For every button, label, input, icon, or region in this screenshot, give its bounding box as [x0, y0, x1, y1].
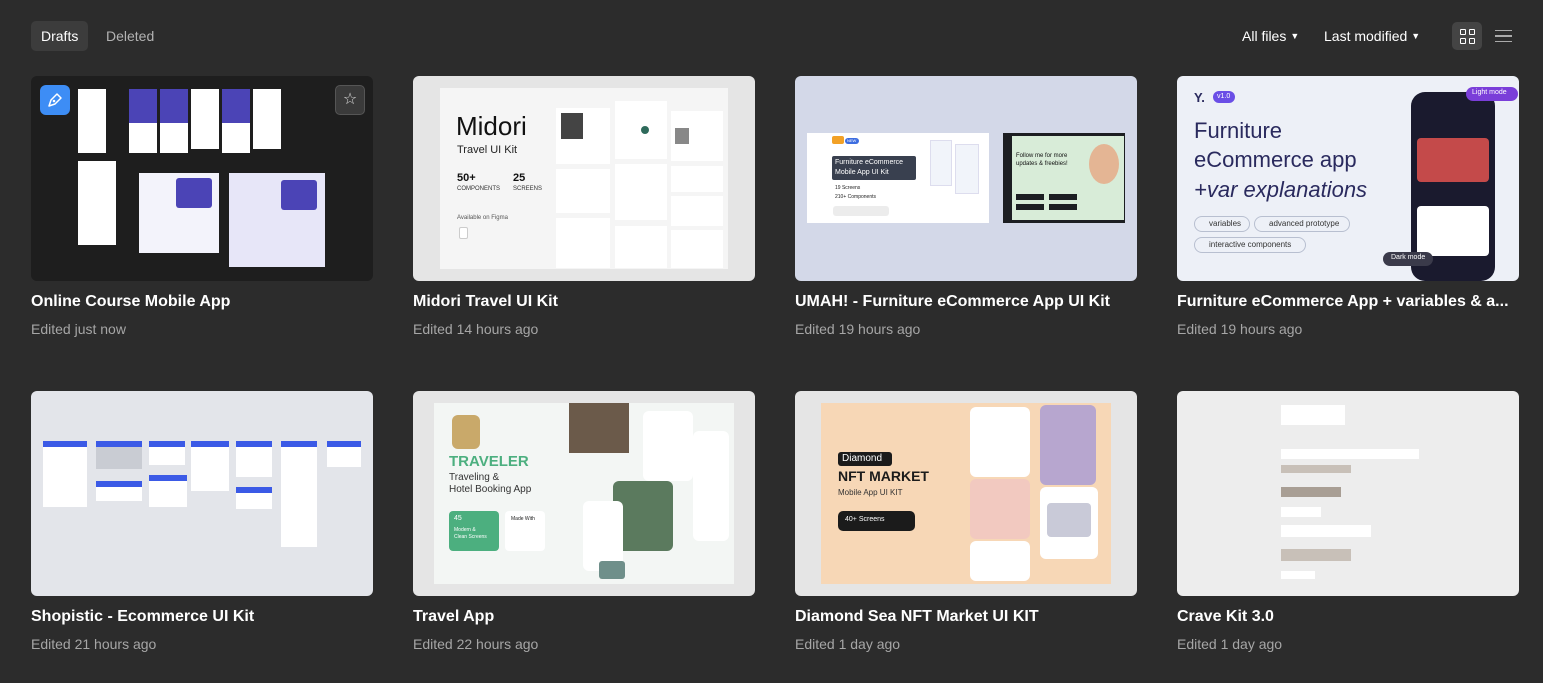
files-filter-dropdown[interactable]: All files ▼	[1242, 21, 1299, 51]
file-thumbnail[interactable]: Midori Travel UI Kit 50+ COMPONENTS 25 S…	[413, 76, 755, 281]
thumb-title: TRAVELER	[449, 453, 529, 470]
file-edited-time: Edited 1 day ago	[795, 636, 901, 652]
thumb-line: eCommerce app	[1194, 147, 1357, 172]
thumb-chip: interactive components	[1209, 240, 1292, 249]
file-thumbnail[interactable]: ☆	[31, 76, 373, 281]
chevron-down-icon: ▼	[1290, 31, 1300, 41]
files-filter-label: All files	[1242, 28, 1287, 44]
thumb-subtitle: Travel UI Kit	[457, 144, 518, 156]
thumb-mode-badge: Light mode	[1472, 89, 1507, 96]
thumb-badge: NEW	[847, 138, 857, 143]
thumb-title: NFT MARKET	[838, 468, 929, 484]
file-title: Diamond Sea NFT Market UI KIT	[795, 608, 1039, 625]
top-bar: Drafts Deleted All files ▼ Last modified ▼	[0, 0, 1543, 72]
file-edited-time: Edited 19 hours ago	[795, 321, 921, 337]
pen-icon	[40, 85, 70, 115]
file-title: Midori Travel UI Kit	[413, 293, 558, 310]
tab-drafts[interactable]: Drafts	[31, 21, 89, 51]
thumb-made-with: Made With	[511, 516, 535, 522]
file-edited-time: Edited just now	[31, 321, 126, 337]
list-view-button[interactable]	[1488, 22, 1518, 50]
grid-view-button[interactable]	[1452, 22, 1482, 50]
file-title: Shopistic - Ecommerce UI Kit	[31, 608, 255, 625]
star-icon[interactable]: ☆	[335, 85, 365, 115]
thumb-line: Traveling &	[449, 472, 500, 483]
thumb-stat: 19 Screens	[835, 185, 861, 191]
thumb-heading: Furniture eCommerce Mobile App UI Kit	[835, 159, 904, 176]
thumb-subtitle: Mobile App UI KIT	[838, 488, 903, 497]
thumb-count: 45	[454, 515, 462, 522]
thumb-stat: 25	[513, 172, 526, 184]
thumb-badge: 40+ Screens	[845, 516, 885, 523]
thumb-line: +var explanations	[1194, 177, 1368, 202]
brand-logo-icon: Y.	[1194, 90, 1205, 105]
file-title: Furniture eCommerce App + variables & a.…	[1177, 293, 1509, 310]
sort-label: Last modified	[1324, 28, 1408, 44]
thumb-chip: advanced prototype	[1269, 219, 1340, 228]
file-edited-time: Edited 22 hours ago	[413, 636, 539, 652]
list-view-icon	[1494, 26, 1512, 47]
file-thumbnail[interactable]: Y. v1.0 Furniture eCommerce app +var exp…	[1177, 76, 1519, 281]
file-edited-time: Edited 19 hours ago	[1177, 321, 1303, 337]
grid-view-icon	[1459, 28, 1475, 44]
thumb-stat-label: COMPONENTS	[457, 186, 501, 192]
thumb-line: Furniture	[1194, 118, 1283, 143]
sort-dropdown[interactable]: Last modified ▼	[1324, 21, 1420, 51]
file-edited-time: Edited 14 hours ago	[413, 321, 539, 337]
file-edited-time: Edited 1 day ago	[1177, 636, 1283, 652]
thumb-note: Available on Figma	[457, 215, 508, 221]
thumb-stat-label: SCREENS	[513, 186, 543, 192]
thumb-stat: 50+	[457, 172, 476, 184]
chevron-down-icon: ▼	[1411, 31, 1421, 41]
tab-deleted[interactable]: Deleted	[96, 21, 164, 51]
file-thumbnail[interactable]: NEW Furniture eCommerce Mobile App UI Ki…	[795, 76, 1137, 281]
thumb-line: Hotel Booking App	[449, 484, 532, 495]
file-thumbnail[interactable]: Diamond NFT MARKET Mobile App UI KIT 40+…	[795, 391, 1137, 596]
thumb-count-label: Modern &	[454, 527, 476, 533]
file-thumbnail[interactable]	[31, 391, 373, 596]
thumb-chip: variables	[1209, 219, 1242, 228]
thumb-version: v1.0	[1217, 93, 1231, 100]
file-thumbnail[interactable]	[1177, 391, 1519, 596]
file-edited-time: Edited 21 hours ago	[31, 636, 157, 652]
thumb-brand: Diamond	[842, 453, 883, 464]
thumb-stat: 210+ Components	[835, 194, 877, 200]
thumb-count-label: Clean Screens	[454, 534, 487, 540]
file-title: UMAH! - Furniture eCommerce App UI Kit	[795, 293, 1110, 310]
file-title: Travel App	[413, 608, 495, 625]
file-thumbnail[interactable]: TRAVELER Traveling & Hotel Booking App 4…	[413, 391, 755, 596]
file-title: Online Course Mobile App	[31, 293, 231, 310]
thumb-title: Midori	[456, 111, 527, 141]
file-title: Crave Kit 3.0	[1177, 608, 1274, 625]
thumb-promo: Follow me for more updates & freebies!	[1016, 153, 1068, 167]
thumb-mode-badge: Dark mode	[1391, 254, 1426, 261]
